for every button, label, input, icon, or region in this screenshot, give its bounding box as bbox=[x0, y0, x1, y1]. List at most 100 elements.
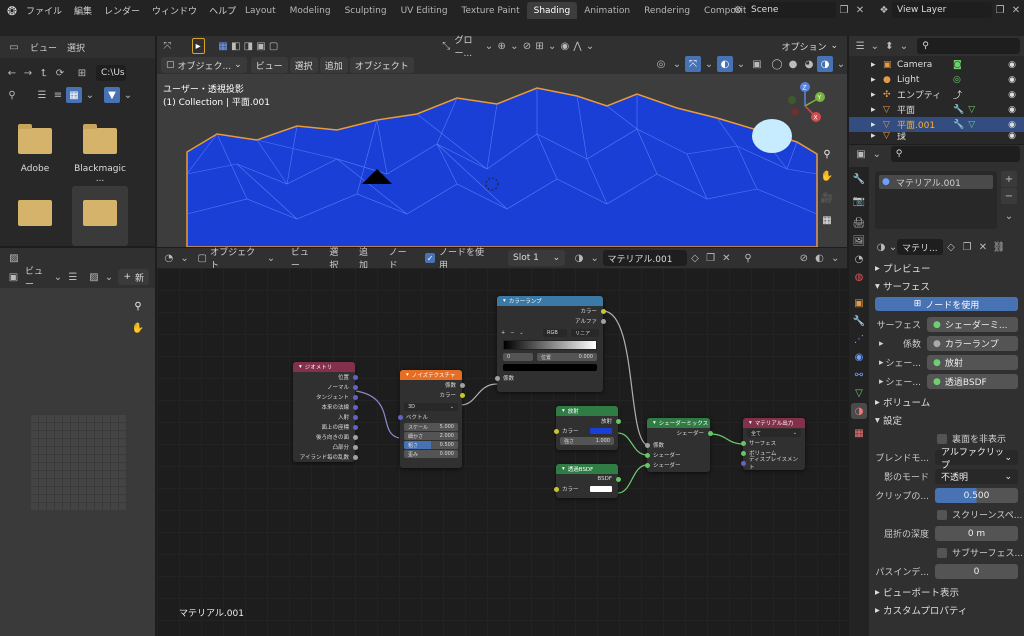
chevron-down-icon[interactable]: ⌄ bbox=[519, 330, 523, 336]
filter-icon[interactable]: ▼ bbox=[104, 87, 120, 103]
path-field[interactable]: C:\Us bbox=[96, 65, 126, 81]
folder-item[interactable] bbox=[72, 186, 128, 246]
back-icon[interactable]: ← bbox=[4, 65, 20, 81]
chevron-down-icon[interactable]: ⌄ bbox=[546, 38, 559, 54]
detail-field[interactable]: 細かさ 2.000 bbox=[404, 432, 458, 440]
xray-icon[interactable]: ▣ bbox=[749, 56, 765, 72]
chevron-down-icon[interactable]: ⌄ bbox=[869, 146, 885, 162]
menu-view[interactable]: ビュー bbox=[30, 41, 57, 54]
input-socket[interactable] bbox=[397, 414, 403, 420]
output-socket[interactable] bbox=[352, 444, 358, 450]
visibility-eye-icon[interactable]: ◉ bbox=[1008, 60, 1016, 70]
material-shading-icon[interactable]: ◕ bbox=[801, 56, 817, 72]
transform-orientation[interactable]: グロー... bbox=[455, 33, 483, 59]
fac-field[interactable]: ● カラーランプ bbox=[927, 336, 1018, 351]
image-view-icon[interactable]: ▣ bbox=[6, 269, 21, 285]
snap-icon[interactable]: ⊘ bbox=[521, 38, 534, 54]
remove-stop-icon[interactable]: − bbox=[510, 330, 514, 336]
material-slot-list[interactable]: ● マテリアル.001 bbox=[875, 171, 997, 229]
refresh-icon[interactable]: ⟳ bbox=[52, 65, 68, 81]
material-sphere-icon[interactable]: ◑ bbox=[873, 239, 889, 255]
expand-arrow-icon[interactable]: ▸ bbox=[871, 339, 884, 349]
image-icon[interactable]: ▨ bbox=[86, 269, 101, 285]
material-name-field[interactable]: マテリアル.001 bbox=[602, 250, 688, 266]
input-socket[interactable] bbox=[644, 452, 650, 458]
scene-field[interactable]: Scene bbox=[746, 2, 836, 18]
folder-item[interactable]: Adobe bbox=[12, 122, 58, 182]
outliner-row-camera[interactable]: ▸ ▣ Camera ◙ ◉ bbox=[871, 57, 1024, 72]
properties-search-input[interactable]: ⚲ bbox=[890, 146, 1020, 162]
transform-orientation-icon[interactable]: ⤡ bbox=[440, 38, 453, 54]
visibility-eye-icon[interactable]: ◉ bbox=[1008, 90, 1016, 100]
compact-view-icon[interactable]: ≡ bbox=[50, 87, 66, 103]
output-socket[interactable] bbox=[600, 318, 606, 324]
tab-uv-editing[interactable]: UV Editing bbox=[394, 2, 455, 19]
chevron-down-icon[interactable]: ⌄ bbox=[50, 269, 65, 285]
output-socket[interactable] bbox=[600, 308, 606, 314]
chevron-down-icon[interactable]: ⌄ bbox=[733, 56, 749, 72]
color-swatch[interactable] bbox=[590, 428, 612, 434]
physics-tab-icon[interactable]: ◉ bbox=[851, 349, 867, 365]
expand-arrow-icon[interactable]: ▸ bbox=[871, 358, 884, 368]
input-socket[interactable] bbox=[553, 428, 559, 434]
select-mode-icon[interactable]: ◨ bbox=[242, 38, 255, 54]
section-surface[interactable]: ▾ サーフェス bbox=[871, 277, 1024, 295]
chevron-down-icon[interactable]: ⌄ bbox=[177, 250, 193, 266]
node-canvas[interactable]: ▾ ジオメトリ 位置 ノーマル タンジェント 本来の法線 入射 面上の座標 後ろ向… bbox=[157, 268, 847, 636]
output-socket[interactable] bbox=[352, 384, 358, 390]
roughness-field[interactable]: 粗さ 0.500 bbox=[404, 441, 458, 449]
new-scene-icon[interactable]: ❐ bbox=[836, 2, 852, 18]
pin-icon[interactable]: ⚲ bbox=[740, 250, 756, 266]
visibility-eye-icon[interactable]: ◉ bbox=[1008, 132, 1016, 140]
tab-sculpting[interactable]: Sculpting bbox=[338, 2, 394, 19]
view-layer-tab-icon[interactable]: 🖼 bbox=[851, 233, 867, 249]
clip-threshold-slider[interactable]: 0.500 bbox=[935, 488, 1018, 503]
chevron-down-icon[interactable]: ⌄ bbox=[897, 38, 912, 54]
output-socket[interactable] bbox=[352, 434, 358, 440]
output-socket[interactable] bbox=[352, 374, 358, 380]
select-mode-icon[interactable]: ▣ bbox=[255, 38, 268, 54]
input-socket[interactable] bbox=[553, 486, 559, 492]
outliner-row-empty[interactable]: ▸ ✣ エンプティ ⤴ ◉ bbox=[871, 87, 1024, 102]
chevron-down-icon[interactable]: ⌄ bbox=[101, 269, 116, 285]
distortion-field[interactable]: 歪み 0.000 bbox=[404, 450, 458, 458]
outliner-row-sphere[interactable]: ▸ ▽ 球 ◉ bbox=[871, 132, 1024, 140]
forward-icon[interactable]: → bbox=[20, 65, 36, 81]
menu-object[interactable]: オブジェクト bbox=[349, 57, 414, 73]
modifier-tab-icon[interactable]: 🔧 bbox=[851, 313, 867, 329]
grid-view-icon[interactable]: ▦ bbox=[819, 212, 835, 228]
folder-item[interactable]: Blackmagic ... bbox=[70, 122, 130, 184]
menu-window[interactable]: ウィンドウ bbox=[152, 4, 197, 17]
editor-type-icon[interactable]: ◔ bbox=[161, 250, 177, 266]
menu-select[interactable]: 選択 bbox=[289, 57, 318, 73]
material-slot-row[interactable]: ● マテリアル.001 bbox=[879, 175, 993, 189]
output-socket[interactable] bbox=[459, 382, 465, 388]
close-icon[interactable]: ✕ bbox=[719, 250, 735, 266]
chevron-down-icon[interactable]: ⌄ bbox=[868, 38, 883, 54]
navigation-gizmo[interactable]: Z Y X bbox=[787, 82, 827, 126]
zoom-icon[interactable]: ⚲ bbox=[819, 146, 835, 162]
new-image-button[interactable]: + 新 bbox=[118, 269, 149, 285]
chevron-down-icon[interactable]: ⌄ bbox=[263, 250, 279, 266]
chevron-down-icon[interactable]: ⌄ bbox=[584, 38, 597, 54]
screenspace-row[interactable]: スクリーンスペ... bbox=[871, 505, 1024, 524]
editor-type-icon[interactable]: ▣ bbox=[853, 146, 869, 162]
section-preview[interactable]: ▸ プレビュー bbox=[871, 259, 1024, 277]
select-mode-icon[interactable]: ◧ bbox=[229, 38, 242, 54]
output-socket[interactable] bbox=[352, 424, 358, 430]
output-socket[interactable] bbox=[615, 418, 621, 424]
add-slot-icon[interactable]: + bbox=[1001, 171, 1017, 187]
display-mode-icon[interactable]: ⬍ bbox=[882, 38, 897, 54]
object-tab-icon[interactable]: ▣ bbox=[851, 295, 867, 311]
color-swatch[interactable] bbox=[590, 486, 612, 492]
outliner-row-plane[interactable]: ▸ ▽ 平面 🔧 ▽ ◉ bbox=[871, 102, 1024, 117]
pan-hand-icon[interactable]: ✋ bbox=[130, 320, 146, 336]
scene-icon[interactable]: ⚙ bbox=[730, 2, 746, 18]
stop-position-field[interactable]: 位置 0.000 bbox=[537, 353, 597, 361]
menu-render[interactable]: レンダー bbox=[104, 4, 140, 17]
mix-shader-node[interactable]: ▾ シェーダーミックス シェーダー 係数 シェーダー シェーダー bbox=[644, 418, 713, 472]
chevron-down-icon[interactable]: ⌄ bbox=[120, 87, 136, 103]
output-socket[interactable] bbox=[459, 392, 465, 398]
fake-user-icon[interactable]: ◇ bbox=[943, 239, 959, 255]
subsurface-checkbox[interactable] bbox=[937, 547, 947, 558]
